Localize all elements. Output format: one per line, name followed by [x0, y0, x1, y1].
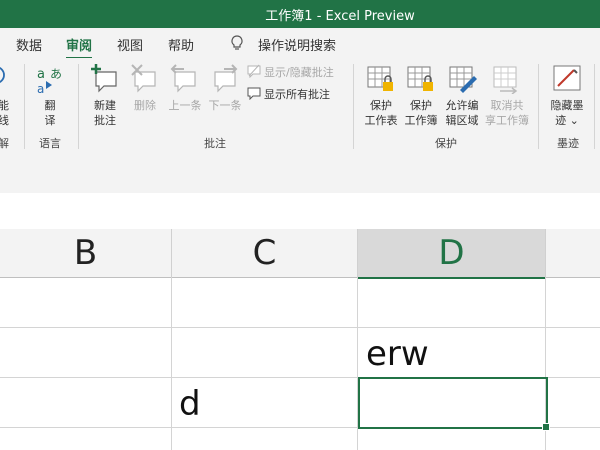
column-header-c[interactable]: C — [172, 229, 358, 278]
protect-sheet-icon[interactable] — [366, 64, 396, 94]
grid-line — [171, 277, 172, 450]
column-header-b[interactable]: B — [0, 229, 172, 278]
group-separator — [24, 64, 25, 149]
show-all-comments-icon[interactable] — [247, 86, 261, 100]
tab-data[interactable]: 数据 — [16, 35, 42, 54]
unshare-label-top: 取消共 — [490, 99, 524, 112]
protect-workbook-label-bottom: 工作簿 — [404, 114, 438, 127]
cutoff-label-bottom: 线 — [0, 114, 9, 127]
unshare-workbook-button[interactable]: 取消共 享工作簿 — [484, 98, 530, 128]
previous-comment-button[interactable]: 上一条 — [166, 98, 204, 113]
new-comment-label-top: 新建 — [94, 99, 116, 112]
protect-workbook-label-top: 保护 — [410, 99, 432, 112]
column-header-e[interactable] — [546, 229, 600, 278]
sheet-top-strip — [0, 193, 600, 230]
new-comment-label-bottom: 批注 — [94, 114, 116, 127]
tell-me-search[interactable]: 操作说明搜索 — [258, 35, 336, 54]
group-label-language: 语言 — [39, 137, 61, 150]
title-bar: 工作簿1 - Excel Preview — [0, 0, 600, 28]
tab-review[interactable]: 审阅 — [66, 35, 93, 60]
next-comment-icon[interactable] — [210, 64, 240, 94]
allow-edit-label-bottom: 辑区域 — [445, 114, 479, 127]
new-comment-button[interactable]: 新建 批注 — [88, 98, 122, 128]
group-label-comments: 批注 — [204, 137, 226, 150]
unshare-label-bottom: 享工作簿 — [485, 114, 529, 127]
formula-bar[interactable] — [0, 153, 600, 194]
unshare-workbook-icon[interactable] — [492, 64, 522, 94]
protect-sheet-button[interactable]: 保护 工作表 — [362, 98, 400, 128]
group-separator — [538, 64, 539, 149]
group-label-cutoff: 解 — [0, 137, 9, 150]
allow-edit-label-top: 允许编 — [445, 99, 479, 112]
group-separator — [353, 64, 354, 149]
group-label-ink: 墨迹 — [557, 137, 579, 150]
delete-comment-icon[interactable] — [130, 64, 160, 94]
show-all-comments-button[interactable]: 显示所有批注 — [264, 86, 330, 102]
protect-workbook-button[interactable]: 保护 工作簿 — [402, 98, 440, 128]
lightbulb-icon[interactable] — [230, 35, 244, 51]
translate-label-bottom: 译 — [44, 114, 56, 127]
show-hide-comment-icon[interactable] — [247, 64, 261, 78]
proofing-icon[interactable] — [0, 64, 8, 86]
new-comment-icon[interactable] — [90, 64, 120, 94]
translate-label-top: 翻 — [44, 99, 56, 112]
active-cell-selection[interactable] — [358, 377, 548, 429]
allow-edit-ranges-button[interactable]: 允许编 辑区域 — [442, 98, 482, 128]
protect-workbook-icon[interactable] — [406, 64, 436, 94]
ribbon: 能 线 解 a あ a 翻 译 语言 新建 批注 删除 上一条 下一条 显示/隐… — [0, 58, 600, 154]
group-label-protect: 保护 — [435, 137, 457, 150]
hide-ink-button[interactable]: 隐藏墨 迹 ⌄ — [546, 98, 588, 128]
cell-d-erw[interactable]: erw — [366, 334, 429, 374]
group-separator — [78, 64, 79, 149]
next-comment-button[interactable]: 下一条 — [206, 98, 244, 113]
window-title: 工作簿1 - Excel Preview — [265, 9, 415, 24]
svg-text:a: a — [37, 82, 44, 94]
protect-sheet-label-top: 保护 — [370, 99, 392, 112]
translate-button[interactable]: 翻 译 — [38, 98, 62, 128]
svg-text:あ: あ — [50, 67, 62, 81]
hide-ink-icon[interactable] — [552, 64, 582, 94]
chevron-down-icon: ⌄ — [566, 114, 579, 127]
show-hide-comment-button[interactable]: 显示/隐藏批注 — [264, 64, 334, 80]
cell-c-d[interactable]: d — [179, 384, 201, 424]
cutoff-button[interactable]: 能 线 — [0, 98, 9, 128]
previous-comment-icon[interactable] — [170, 64, 200, 94]
svg-text:a: a — [37, 67, 45, 82]
column-header-d[interactable]: D — [358, 229, 546, 279]
grid-line — [0, 327, 600, 328]
allow-edit-ranges-icon[interactable] — [448, 64, 478, 94]
delete-comment-button[interactable]: 删除 — [130, 98, 160, 113]
fill-handle[interactable] — [542, 423, 550, 431]
tab-view[interactable]: 视图 — [117, 35, 143, 54]
protect-sheet-label-bottom: 工作表 — [364, 114, 398, 127]
cutoff-label-top: 能 — [0, 99, 9, 112]
tab-help[interactable]: 帮助 — [168, 35, 194, 54]
group-separator — [594, 64, 595, 149]
translate-icon[interactable]: a あ a — [36, 64, 64, 94]
menu-bar: 数据 审阅 视图 帮助 操作说明搜索 — [0, 28, 600, 60]
hide-ink-label-bottom: 迹 — [555, 114, 567, 127]
hide-ink-label-bottom-row: 迹 ⌄ — [546, 113, 588, 128]
hide-ink-label-top: 隐藏墨 — [550, 99, 584, 112]
